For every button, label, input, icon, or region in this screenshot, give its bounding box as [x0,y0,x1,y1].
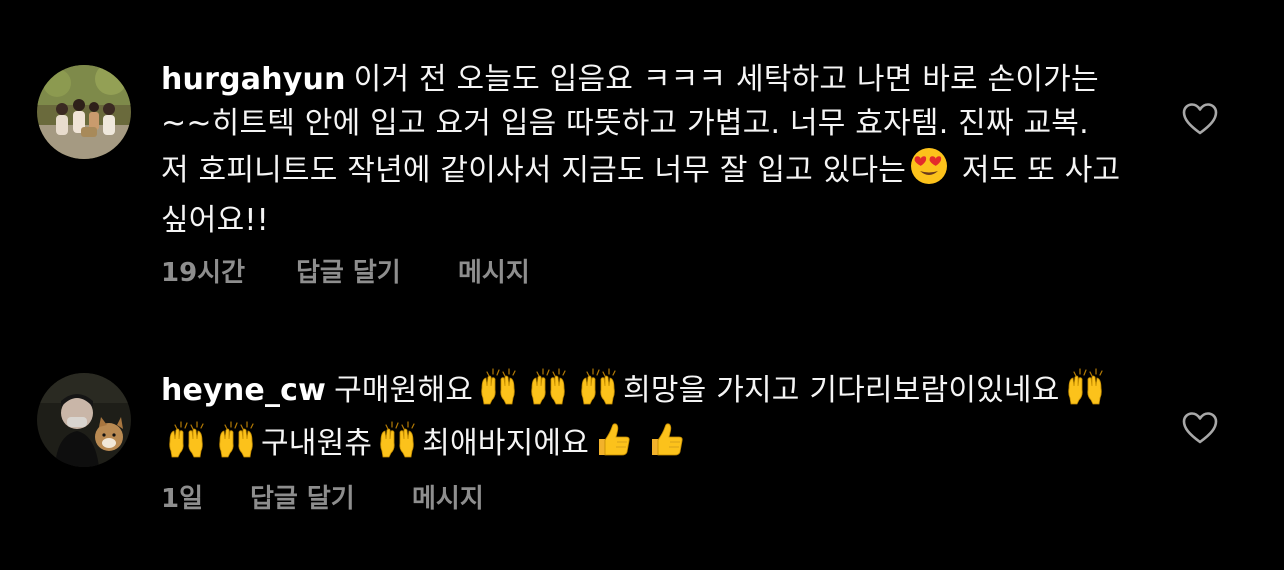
username[interactable]: heyne_cw [161,373,326,408]
avatar[interactable] [37,373,131,467]
message-button[interactable]: 메시지 [458,252,530,289]
comment-text: heyne_cw 구매원해요 희망을 가지고 기다리보람이있네요구내원츄 최애바지에요 [161,366,1121,472]
raising-hands-emoji [162,419,210,472]
comment-body: 희망을 가지고 기다리보람이있네요 [623,373,1060,408]
comment-text: hurgahyun 이거 전 오늘도 입음요 ㅋㅋㅋ 세탁하고 나면 바로 손이가… [161,58,1121,243]
raising-hands-emoji [373,419,421,472]
avatar[interactable] [37,65,131,159]
comment-body: 구내원츄 [261,426,373,461]
message-button[interactable]: 메시지 [412,478,484,515]
raising-hands-emoji [474,366,522,419]
thumbs-up-emoji [643,419,689,472]
heart-eyes-emoji [907,146,951,199]
username[interactable]: hurgahyun [161,62,346,97]
heart-outline-icon[interactable] [1181,411,1219,445]
raising-hands-emoji [1061,366,1109,419]
raising-hands-emoji [574,366,622,419]
comment-body: 최애바지에요 [422,426,590,461]
raising-hands-emoji [212,419,260,472]
heart-outline-icon[interactable] [1181,102,1219,136]
reply-button[interactable]: 답글 달기 [296,252,401,289]
reply-button[interactable]: 답글 달기 [250,478,355,515]
comment-body: 구매원해요 [334,373,474,408]
raising-hands-emoji [524,366,572,419]
thumbs-up-emoji [590,419,636,472]
timestamp: 1일 [161,484,204,514]
timestamp: 19시간 [161,258,246,288]
